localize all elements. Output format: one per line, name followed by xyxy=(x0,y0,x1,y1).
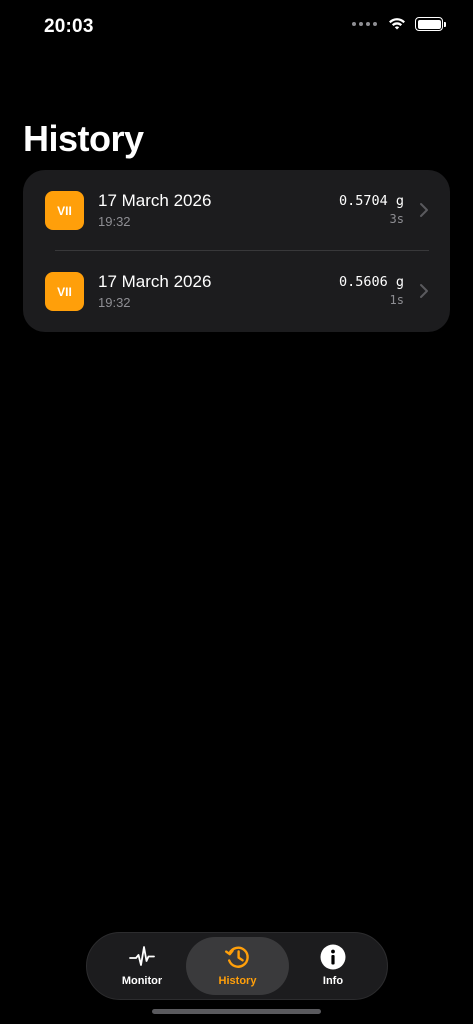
history-list: VII 17 March 2026 19:32 0.5704 g 3s VII … xyxy=(23,170,450,332)
clock-history-icon xyxy=(224,946,249,968)
waveform-icon xyxy=(129,946,155,966)
wifi-icon xyxy=(389,18,405,30)
history-row[interactable]: VII 17 March 2026 19:32 0.5704 g 3s xyxy=(23,170,450,251)
row-duration: 3s xyxy=(389,212,404,226)
level-badge: VII xyxy=(45,191,84,230)
level-badge: VII xyxy=(45,272,84,311)
page-title: History xyxy=(23,118,144,159)
info-icon xyxy=(320,944,346,970)
battery-icon xyxy=(415,17,446,31)
row-time: 19:32 xyxy=(98,214,131,229)
row-time: 19:32 xyxy=(98,295,131,310)
row-date: 17 March 2026 xyxy=(98,272,212,291)
status-icons xyxy=(352,17,446,31)
status-bar: 20:03 xyxy=(0,0,473,54)
cellular-dots-icon xyxy=(352,22,377,26)
row-duration: 1s xyxy=(389,293,404,307)
row-value: 0.5606 g xyxy=(338,274,404,290)
chevron-right-icon xyxy=(420,203,428,217)
status-time: 20:03 xyxy=(44,16,94,37)
row-value: 0.5704 g xyxy=(338,193,404,209)
tab-label: Monitor xyxy=(121,975,163,987)
tab-history[interactable]: History xyxy=(186,937,289,995)
tab-bar: Monitor History Info xyxy=(86,932,388,1000)
history-row[interactable]: VII 17 March 2026 19:32 0.5606 g 1s xyxy=(23,251,450,332)
tab-info[interactable]: Info xyxy=(283,937,383,995)
chevron-right-icon xyxy=(420,284,428,298)
tab-monitor[interactable]: Monitor xyxy=(92,937,192,995)
tab-label: History xyxy=(218,975,257,987)
tab-label: Info xyxy=(322,975,344,987)
home-indicator[interactable] xyxy=(152,1009,321,1014)
row-date: 17 March 2026 xyxy=(98,191,212,210)
